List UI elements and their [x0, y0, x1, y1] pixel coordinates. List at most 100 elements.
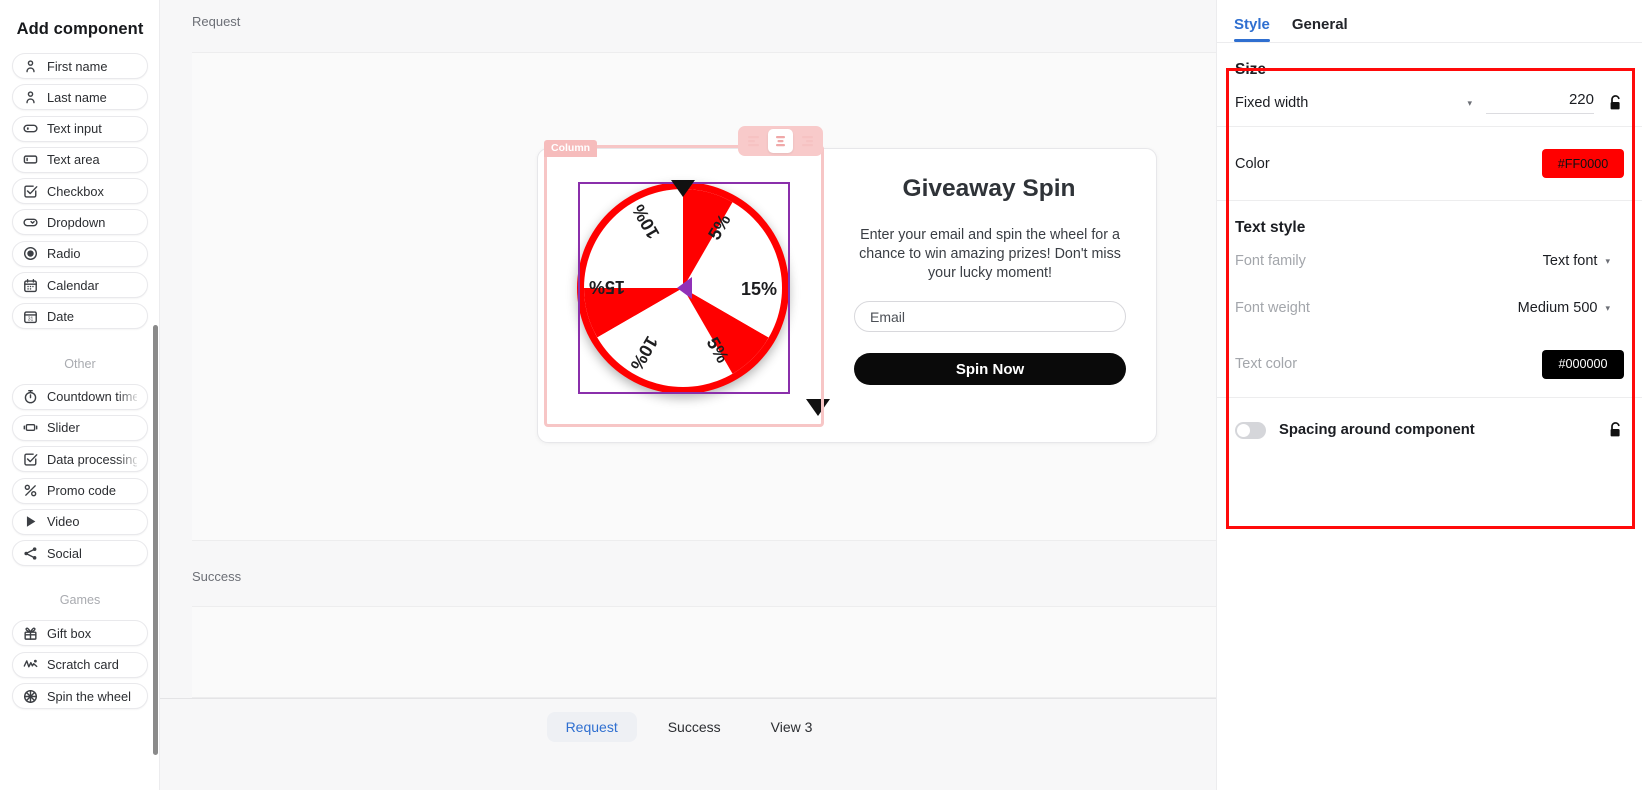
sidebar-item-label: Gift box: [47, 625, 92, 641]
view-tab-success[interactable]: Success: [649, 712, 740, 742]
color-row: Color #FF0000: [1235, 127, 1624, 200]
sidebar-scroll-area: First name Last name Text input Text area Ch…: [0, 53, 160, 710]
text-color-label: Text color: [1235, 356, 1298, 372]
sidebar-item-gift-box[interactable]: Gift box: [12, 620, 148, 647]
sidebar-item-scratch-card[interactable]: Scratch card: [12, 651, 148, 678]
sidebar-scrollbar-thumb[interactable]: [153, 325, 158, 755]
panel-tab-style[interactable]: Style: [1234, 16, 1270, 42]
sidebar-item-label: Video: [47, 514, 80, 530]
color-swatch-button[interactable]: #FF0000: [1542, 149, 1624, 178]
sidebar-item-label: First name: [47, 58, 108, 74]
sidebar-item-label: Calendar: [47, 277, 99, 293]
fixed-width-input[interactable]: 220: [1486, 91, 1594, 114]
font-family-value: Text font: [1542, 252, 1598, 269]
sidebar-item-calendar[interactable]: Calendar: [12, 272, 148, 299]
text-input-icon: [23, 121, 38, 136]
font-weight-chevron-down-icon[interactable]: ▾: [1605, 303, 1610, 314]
sidebar-item-radio[interactable]: Radio: [12, 240, 148, 267]
properties-panel: Style General Size Fixed width ▾ 220 Colo…: [1216, 0, 1642, 790]
spin-wheel-graphic[interactable]: 5% 15% 5% 10% 15% 10%: [574, 182, 794, 396]
sidebar-item-label: Text area: [47, 152, 100, 168]
sidebar-item-countdown-timer[interactable]: Countdown timer: [12, 383, 148, 410]
sidebar-item-social[interactable]: Social: [12, 540, 148, 567]
percent-icon: [23, 483, 38, 498]
sidebar-item-label: Countdown timer: [47, 389, 137, 405]
sidebar-item-label: Data processing a: [47, 451, 137, 467]
align-left-icon[interactable]: [741, 129, 766, 153]
spacing-unlock-icon[interactable]: [1608, 422, 1624, 438]
section-label-request: Request: [192, 14, 241, 29]
align-center-icon[interactable]: [768, 129, 793, 153]
sidebar-item-slider[interactable]: Slider: [12, 414, 148, 441]
sidebar-group-games: Games: [59, 593, 101, 608]
drag-handle-bottom-icon[interactable]: [806, 399, 830, 416]
calendar-icon: [23, 278, 38, 293]
sidebar-item-label: Slider: [47, 420, 80, 436]
spin-now-button[interactable]: Spin Now: [854, 353, 1126, 385]
section-body-success: [192, 606, 1216, 698]
wheel-icon: [23, 689, 38, 704]
view-tab-view-3[interactable]: View 3: [752, 712, 832, 742]
alignment-toolbar[interactable]: [738, 126, 823, 156]
unlock-icon[interactable]: [1608, 94, 1624, 111]
color-label: Color: [1235, 155, 1270, 172]
sidebar-item-spin-the-wheel[interactable]: Spin the wheel: [12, 683, 148, 710]
sidebar-item-label: Scratch card: [47, 657, 119, 673]
drag-handle-top-icon[interactable]: [671, 180, 695, 197]
checkbox-icon: [23, 452, 38, 467]
font-weight-row: Font weight Medium 500 ▾: [1235, 284, 1624, 331]
sidebar-item-promo-code[interactable]: Promo code: [12, 477, 148, 504]
sidebar-item-dropdown[interactable]: Dropdown: [12, 209, 148, 236]
share-icon: [23, 546, 38, 561]
fixed-width-row: Fixed width ▾ 220: [1235, 79, 1624, 126]
font-weight-value: Medium 500: [1517, 299, 1598, 316]
scratch-icon: [23, 657, 38, 672]
spacing-toggle[interactable]: [1235, 421, 1266, 439]
sidebar-item-checkbox[interactable]: Checkbox: [12, 178, 148, 205]
sidebar-item-last-name[interactable]: Last name: [12, 84, 148, 111]
wheel-segment-text: 15%: [741, 279, 778, 299]
view-tab-bar: Request Success View 3: [160, 712, 1216, 742]
sidebar-item-text-input[interactable]: Text input: [12, 115, 148, 142]
svg-text:31: 31: [28, 316, 34, 322]
size-section: Size Fixed width ▾ 220: [1217, 43, 1642, 126]
wheel-segment-text: 15%: [588, 277, 625, 297]
font-weight-label: Font weight: [1235, 299, 1310, 316]
sidebar-item-label: Promo code: [47, 483, 116, 499]
sidebar-item-data-processing-a[interactable]: Data processing a: [12, 446, 148, 473]
panel-tab-general[interactable]: General: [1292, 16, 1348, 42]
align-right-icon[interactable]: [795, 129, 820, 153]
font-family-chevron-down-icon[interactable]: ▾: [1605, 256, 1610, 267]
view-tab-request[interactable]: Request: [546, 712, 637, 742]
sidebar-item-label: Date: [47, 308, 75, 324]
sidebar-item-video[interactable]: Video: [12, 508, 148, 535]
sidebar-item-label: Text input: [47, 121, 102, 137]
text-color-row: Text color #000000: [1235, 331, 1624, 397]
sidebar-item-first-name[interactable]: First name: [12, 53, 148, 79]
text-area-icon: [23, 152, 38, 167]
color-section: Color #FF0000: [1217, 126, 1642, 200]
canvas-bottom-divider: [160, 698, 1216, 699]
email-placeholder: Email: [870, 308, 906, 325]
checkbox-icon: [23, 184, 38, 199]
sidebar-title: Add component: [16, 20, 144, 38]
wheel-center-pointer-icon: [677, 277, 692, 299]
sidebar-item-text-area[interactable]: Text area: [12, 146, 148, 173]
text-style-section-title: Text style: [1235, 219, 1306, 236]
date-icon: 31: [23, 309, 38, 324]
fixed-width-label: Fixed width: [1235, 94, 1309, 111]
section-label-success: Success: [192, 569, 242, 584]
sidebar-item-date[interactable]: 31 Date: [12, 303, 148, 330]
sidebar-item-label: Dropdown: [47, 214, 106, 230]
size-section-title: Size: [1235, 61, 1267, 78]
sidebar-item-label: Spin the wheel: [47, 688, 131, 704]
fixed-width-chevron-down-icon[interactable]: ▾: [1467, 98, 1472, 109]
email-input[interactable]: Email: [854, 301, 1126, 332]
component-sidebar: Add component First name Last name Text in…: [0, 0, 160, 790]
sidebar-item-label: Radio: [47, 246, 81, 262]
dropdown-icon: [23, 215, 38, 230]
column-badge[interactable]: Column: [544, 140, 598, 158]
text-color-swatch-button[interactable]: #000000: [1542, 349, 1624, 379]
card-description: Enter your email and spin the wheel for …: [859, 227, 1121, 281]
font-family-label: Font family: [1235, 252, 1306, 269]
